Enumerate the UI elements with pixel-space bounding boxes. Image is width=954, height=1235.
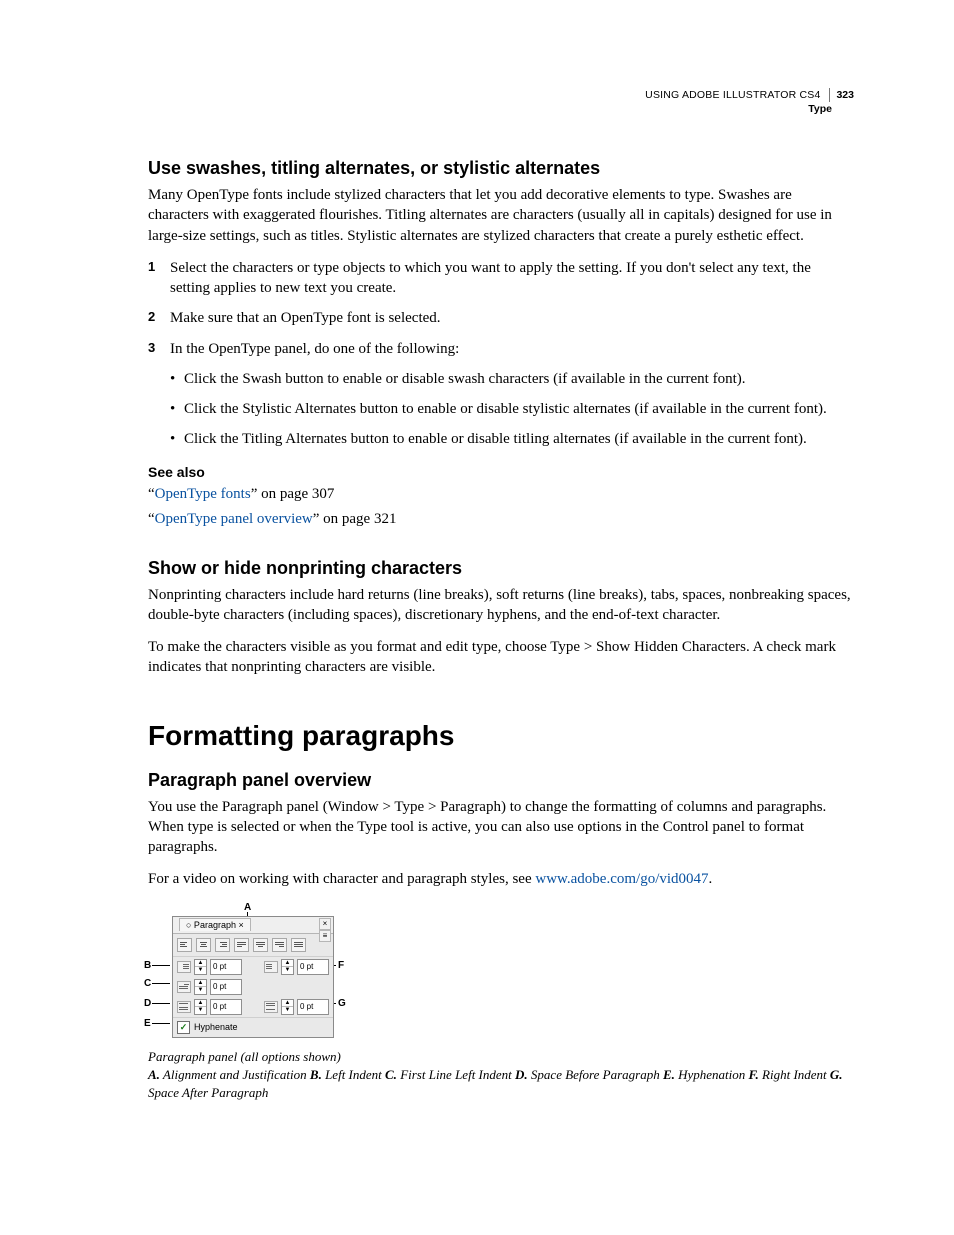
video-pre: For a video on working with character an… (148, 871, 535, 887)
doc-title: USING ADOBE ILLUSTRATOR CS4 (645, 89, 820, 101)
right-indent-field[interactable]: 0 pt (297, 959, 329, 975)
spinner[interactable]: ▲▼ (194, 979, 207, 995)
heading-paragraph-panel: Paragraph panel overview (148, 770, 854, 791)
bullet-list: Click the Swash button to enable or disa… (170, 369, 854, 450)
paragraph-panel: ○ Paragraph × × ≡ (172, 916, 334, 1038)
val-e: Hyphenation (675, 1067, 749, 1082)
space-after-icon (264, 1001, 278, 1013)
link-opentype-fonts[interactable]: OpenType fonts (155, 486, 251, 502)
val-b: Left Indent (322, 1067, 385, 1082)
page: USING ADOBE ILLUSTRATOR CS4 323 Type Use… (0, 0, 954, 1235)
callout-f: F (338, 960, 344, 971)
first-line-indent-field[interactable]: 0 pt (210, 979, 242, 995)
see-also-heading: See also (148, 464, 854, 480)
callout-line (152, 1003, 170, 1004)
callout-c: C (144, 978, 151, 989)
figure-paragraph-panel: A B C D E F G ○ Paragraph × (148, 902, 854, 1103)
panel-tabbar: ○ Paragraph × × ≡ (173, 917, 333, 934)
hyphenate-row: ✓ Hyphenate (173, 1017, 333, 1037)
nonprinting-p1: Nonprinting characters include hard retu… (148, 585, 854, 626)
callout-d: D (144, 998, 151, 1009)
space-after-field[interactable]: 0 pt (297, 999, 329, 1015)
ref-tail: ” on page 307 (251, 486, 335, 502)
paragraph-panel-p1: You use the Paragraph panel (Window > Ty… (148, 797, 854, 858)
align-center-icon[interactable] (196, 938, 211, 952)
spinner[interactable]: ▲▼ (281, 999, 294, 1015)
right-indent-icon (264, 961, 278, 973)
key-a: A. (148, 1067, 160, 1082)
figure-caption: Paragraph panel (all options shown) A. A… (148, 1048, 854, 1103)
link-opentype-panel-overview[interactable]: OpenType panel overview (155, 511, 313, 527)
first-line-indent-icon (177, 981, 191, 993)
bullet-titling: Click the Titling Alternates button to e… (170, 429, 854, 449)
bullet-swash: Click the Swash button to enable or disa… (170, 369, 854, 389)
link-video[interactable]: www.adobe.com/go/vid0047 (535, 871, 708, 887)
callout-e: E (144, 1018, 151, 1029)
close-icon[interactable]: × (319, 918, 331, 930)
heading-nonprinting: Show or hide nonprinting characters (148, 558, 854, 579)
align-right-icon[interactable] (215, 938, 230, 952)
val-d: Space Before Paragraph (528, 1067, 663, 1082)
quote-open: “ (148, 486, 155, 502)
heading-formatting-paragraphs: Formatting paragraphs (148, 720, 854, 752)
left-indent-icon (177, 961, 191, 973)
justify-right-icon[interactable] (272, 938, 287, 952)
val-g: Space After Paragraph (148, 1085, 268, 1100)
spinner[interactable]: ▲▼ (281, 959, 294, 975)
callout-line (152, 965, 170, 966)
panel-tab[interactable]: ○ Paragraph × (179, 918, 251, 931)
step-1: Select the characters or type objects to… (148, 258, 854, 299)
steps-list: Select the characters or type objects to… (148, 258, 854, 359)
step-3: In the OpenType panel, do one of the fol… (148, 339, 854, 359)
justify-left-icon[interactable] (234, 938, 249, 952)
key-d: D. (515, 1067, 528, 1082)
quote-open: “ (148, 511, 155, 527)
callout-b: B (144, 960, 151, 971)
chapter-name: Type (645, 102, 854, 116)
callout-line (152, 1023, 170, 1024)
key-c: C. (385, 1067, 397, 1082)
justify-center-icon[interactable] (253, 938, 268, 952)
key-e: E. (663, 1067, 675, 1082)
indent-row-2: ▲▼ 0 pt (173, 977, 333, 997)
figcap-title: Paragraph panel (all options shown) (148, 1048, 854, 1066)
nonprinting-p2: To make the characters visible as you fo… (148, 637, 854, 678)
key-g: G. (830, 1067, 843, 1082)
hyphenate-checkbox[interactable]: ✓ (177, 1021, 190, 1034)
panel-menu-icon[interactable]: ≡ (319, 930, 331, 942)
left-indent-field[interactable]: 0 pt (210, 959, 242, 975)
figcap-legend: A. Alignment and Justification B. Left I… (148, 1066, 854, 1102)
bullet-stylistic: Click the Stylistic Alternates button to… (170, 399, 854, 419)
key-f: F. (749, 1067, 759, 1082)
alignment-row (173, 934, 333, 957)
diagram: A B C D E F G ○ Paragraph × (144, 902, 344, 1042)
callout-g: G (338, 998, 346, 1009)
val-c: First Line Left Indent (397, 1067, 515, 1082)
see-also-2: “OpenType panel overview” on page 321 (148, 511, 854, 528)
video-post: . (709, 871, 713, 887)
content: Use swashes, titling alternates, or styl… (148, 158, 854, 1102)
spinner[interactable]: ▲▼ (194, 959, 207, 975)
ref-tail: ” on page 321 (313, 511, 397, 527)
indent-row-1: ▲▼ 0 pt ▲▼ 0 pt (173, 957, 333, 977)
page-number: 323 (829, 88, 854, 102)
paragraph-panel-p2: For a video on working with character an… (148, 869, 854, 889)
align-left-icon[interactable] (177, 938, 192, 952)
intro-paragraph: Many OpenType fonts include stylized cha… (148, 185, 854, 246)
see-also-1: “OpenType fonts” on page 307 (148, 486, 854, 503)
space-before-icon (177, 1001, 191, 1013)
key-b: B. (310, 1067, 322, 1082)
val-f: Right Indent (759, 1067, 830, 1082)
val-a: Alignment and Justification (160, 1067, 310, 1082)
step-2: Make sure that an OpenType font is selec… (148, 308, 854, 328)
callout-line (152, 983, 170, 984)
heading-swashes: Use swashes, titling alternates, or styl… (148, 158, 854, 179)
space-before-field[interactable]: 0 pt (210, 999, 242, 1015)
space-row: ▲▼ 0 pt ▲▼ 0 pt (173, 997, 333, 1017)
spinner[interactable]: ▲▼ (194, 999, 207, 1015)
hyphenate-label: Hyphenate (194, 1022, 238, 1032)
running-header: USING ADOBE ILLUSTRATOR CS4 323 Type (645, 88, 854, 116)
justify-all-icon[interactable] (291, 938, 306, 952)
